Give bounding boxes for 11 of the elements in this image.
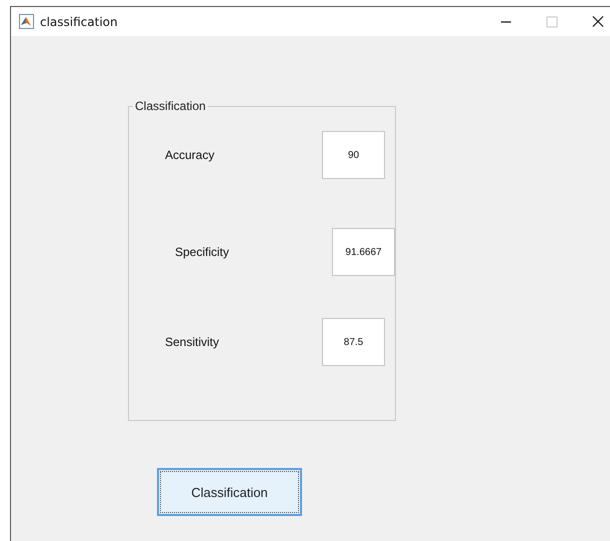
value-box: 90 xyxy=(322,131,385,179)
panel-title: Classification xyxy=(134,99,207,113)
window-title: classification xyxy=(40,14,118,28)
field-label: Specificity xyxy=(175,245,230,259)
value-box: 87.5 xyxy=(322,318,385,366)
value-box: 91.6667 xyxy=(332,228,395,276)
classification-button[interactable]: Classification xyxy=(157,468,302,516)
field-label: Accuracy xyxy=(165,148,214,162)
app-logo-icon xyxy=(19,14,34,29)
field-label: Sensitivity xyxy=(165,335,220,349)
close-icon[interactable] xyxy=(592,15,604,28)
